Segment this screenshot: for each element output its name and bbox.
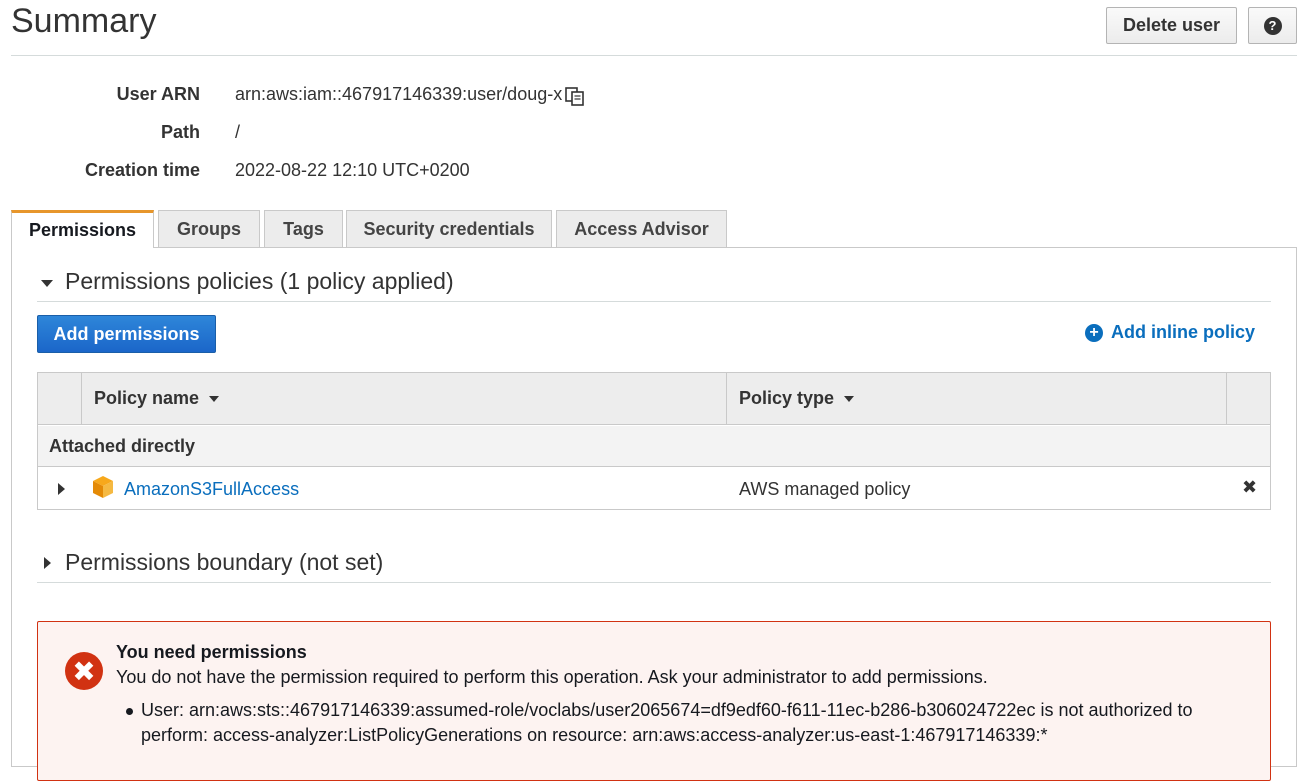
table-header bbox=[38, 373, 1270, 425]
permission-error-alert: ✖ You need permissions You do not have t… bbox=[37, 621, 1271, 781]
plus-circle-icon: + bbox=[1085, 323, 1103, 342]
path-value: / bbox=[235, 122, 241, 142]
creation-time-value: 2022-08-22 12:10 UTC+0200 bbox=[235, 160, 470, 180]
tab-access-advisor[interactable]: Access Advisor bbox=[556, 210, 727, 247]
user-arn-label: User ARN bbox=[116, 84, 200, 104]
tab-security-credentials[interactable]: Security credentials bbox=[346, 210, 552, 247]
help-button[interactable]: ? bbox=[1248, 7, 1297, 44]
tab-groups[interactable]: Groups bbox=[158, 210, 260, 247]
section-divider bbox=[37, 582, 1271, 583]
collapse-caret-icon[interactable] bbox=[41, 280, 53, 287]
expand-caret-icon[interactable] bbox=[44, 557, 51, 569]
sort-caret-icon bbox=[209, 395, 220, 402]
group-row-attached-directly: Attached directly bbox=[38, 426, 1270, 467]
add-inline-policy-link[interactable]: + Add inline policy bbox=[1085, 322, 1255, 343]
tab-permissions[interactable]: Permissions bbox=[11, 210, 154, 248]
remove-policy-icon[interactable]: ✖ bbox=[1242, 477, 1257, 498]
sort-caret-icon bbox=[844, 395, 855, 402]
alert-message: You do not have the permission required … bbox=[116, 667, 988, 687]
delete-user-button[interactable]: Delete user bbox=[1106, 7, 1237, 44]
add-inline-policy-label: Add inline policy bbox=[1111, 322, 1256, 342]
column-divider bbox=[81, 373, 82, 425]
alert-detail: User: arn:aws:sts::467917146339:assumed-… bbox=[141, 700, 1193, 745]
column-policy-name-label: Policy name bbox=[94, 388, 200, 408]
policy-type-value: AWS managed policy bbox=[739, 479, 911, 499]
permissions-policies-title[interactable]: Permissions policies (1 policy applied) bbox=[65, 268, 454, 295]
section-divider bbox=[37, 301, 1271, 302]
column-policy-type[interactable]: Policy type bbox=[739, 388, 855, 409]
path-label: Path bbox=[160, 122, 200, 142]
permissions-boundary-title[interactable]: Permissions boundary (not set) bbox=[65, 549, 383, 576]
copy-icon[interactable] bbox=[564, 85, 586, 107]
user-arn-value: arn:aws:iam::467917146339:user/doug-x bbox=[235, 84, 563, 104]
bullet-icon bbox=[126, 708, 133, 715]
policies-table: Policy name Policy type Attached directl… bbox=[37, 372, 1271, 510]
tab-tags[interactable]: Tags bbox=[264, 210, 343, 247]
policy-name-link[interactable]: AmazonS3FullAccess bbox=[124, 479, 299, 500]
error-icon: ✖ bbox=[65, 652, 103, 690]
expand-row-icon[interactable] bbox=[58, 483, 65, 495]
alert-title: You need permissions bbox=[116, 642, 307, 662]
column-divider bbox=[1226, 373, 1227, 425]
header-divider bbox=[11, 55, 1297, 56]
creation-time-label: Creation time bbox=[84, 160, 200, 180]
help-icon: ? bbox=[1263, 16, 1282, 35]
add-permissions-button[interactable]: Add permissions bbox=[37, 315, 216, 353]
policy-box-icon bbox=[92, 475, 114, 499]
column-divider bbox=[726, 373, 727, 425]
column-policy-type-label: Policy type bbox=[739, 388, 835, 408]
column-policy-name[interactable]: Policy name bbox=[94, 388, 220, 409]
page-title: Summary bbox=[11, 2, 157, 40]
